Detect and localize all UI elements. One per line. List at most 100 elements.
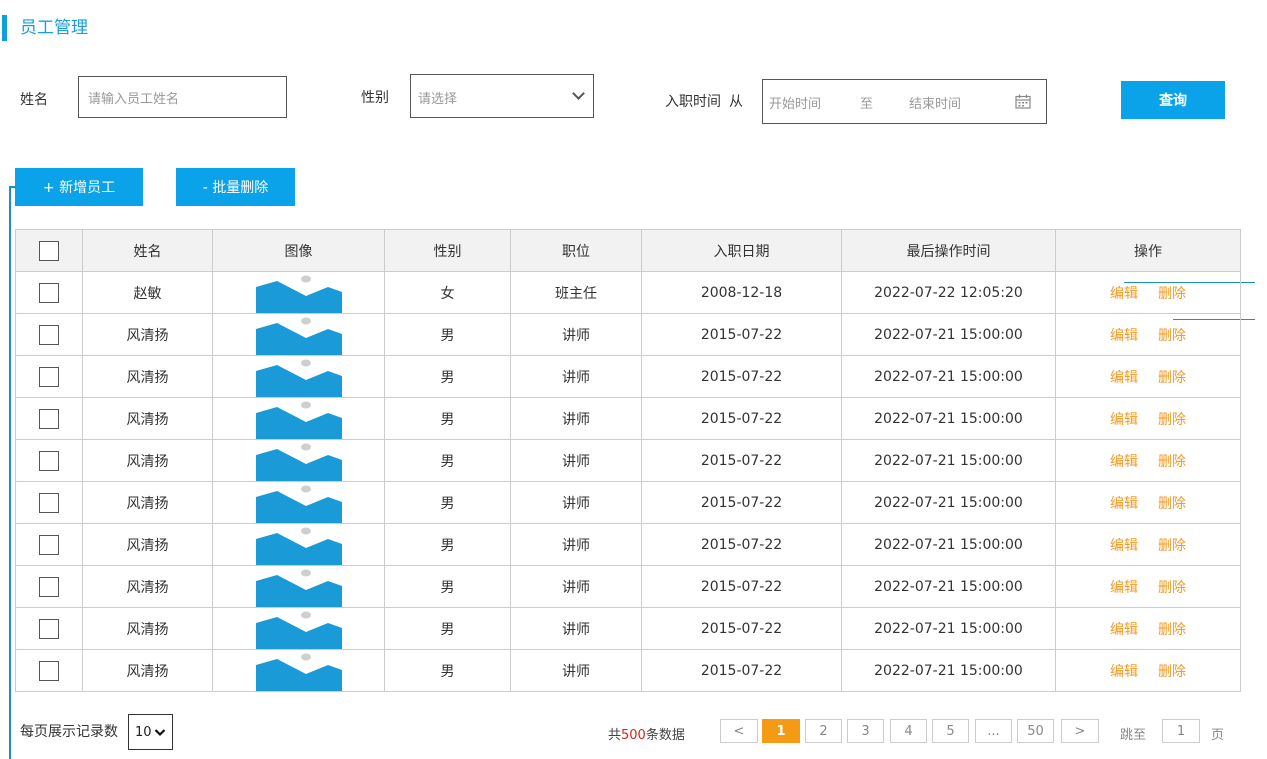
cell-position: 讲师	[510, 607, 642, 650]
cell-hire-date: 2015-07-22	[641, 607, 842, 650]
cell-name: 风清扬	[82, 649, 213, 692]
table-row: 风清扬 男讲师 2015-07-22 2022-07-21 15:00:00 编辑 删除	[15, 397, 1241, 440]
page-size-select[interactable]: 10	[128, 714, 173, 750]
delete-link[interactable]: 删除	[1158, 538, 1186, 554]
cell-name: 风清扬	[82, 523, 213, 566]
next-page-button[interactable]: >	[1061, 719, 1099, 743]
delete-link[interactable]: 删除	[1158, 622, 1186, 638]
row-checkbox[interactable]	[39, 660, 59, 681]
edit-link[interactable]: 编辑	[1110, 496, 1138, 512]
name-label: 姓名	[20, 92, 48, 108]
edit-link[interactable]: 编辑	[1110, 286, 1138, 302]
header-last-op-time: 最后操作时间	[841, 229, 1056, 272]
row-checkbox[interactable]	[39, 618, 59, 639]
date-end-input[interactable]: 结束时间	[909, 93, 961, 112]
page-button-4[interactable]: 4	[890, 719, 927, 743]
edit-link[interactable]: 编辑	[1110, 538, 1138, 554]
annotation-line-tick	[9, 186, 16, 188]
row-checkbox[interactable]	[39, 408, 59, 429]
edit-link[interactable]: 编辑	[1110, 454, 1138, 470]
page-button-3[interactable]: 3	[847, 719, 884, 743]
prev-page-button[interactable]: <	[720, 719, 758, 743]
table-row: 风清扬 男讲师 2015-07-22 2022-07-21 15:00:00 编辑 删除	[15, 313, 1241, 356]
cell-position: 讲师	[510, 565, 642, 608]
landscape-image-icon	[255, 317, 342, 355]
cell-image	[212, 565, 385, 608]
page-unit: 页	[1211, 728, 1225, 743]
header-gender: 性别	[384, 229, 511, 272]
cell-position: 讲师	[510, 313, 642, 356]
cell-image	[212, 271, 385, 314]
calendar-icon[interactable]	[1015, 94, 1031, 109]
gender-select[interactable]: 请选择	[410, 74, 594, 118]
cell-actions: 编辑 删除	[1055, 313, 1241, 356]
delete-link[interactable]: 删除	[1158, 454, 1186, 470]
table-row: 风清扬 男讲师 2015-07-22 2022-07-21 15:00:00 编辑 删除	[15, 439, 1241, 482]
cell-actions: 编辑 删除	[1055, 481, 1241, 524]
title-accent-bar	[2, 15, 7, 41]
batch-delete-button[interactable]: - 批量删除	[176, 168, 295, 206]
cell-last-op-time: 2022-07-21 15:00:00	[841, 397, 1056, 440]
cell-name: 风清扬	[82, 355, 213, 398]
add-employee-button[interactable]: + 新增员工	[15, 168, 143, 206]
cell-position: 讲师	[510, 397, 642, 440]
cell-last-op-time: 2022-07-21 15:00:00	[841, 607, 1056, 650]
delete-link[interactable]: 删除	[1158, 370, 1186, 386]
delete-link[interactable]: 删除	[1158, 412, 1186, 428]
cell-position: 讲师	[510, 439, 642, 482]
jump-label: 跳至	[1120, 728, 1147, 743]
employee-table: 姓名 图像 性别 职位 入职日期 最后操作时间 操作 赵敏 女班主任 2008-12…	[15, 229, 1241, 692]
row-checkbox[interactable]	[39, 282, 59, 303]
cell-last-op-time: 2022-07-22 12:05:20	[841, 271, 1056, 314]
total-suffix: 条数据	[645, 728, 685, 743]
cell-hire-date: 2015-07-22	[641, 355, 842, 398]
cell-last-op-time: 2022-07-21 15:00:00	[841, 439, 1056, 482]
row-checkbox[interactable]	[39, 534, 59, 555]
delete-link[interactable]: 删除	[1158, 580, 1186, 596]
row-checkbox[interactable]	[39, 366, 59, 387]
landscape-image-icon	[255, 275, 342, 313]
edit-link[interactable]: 编辑	[1110, 622, 1138, 638]
cell-last-op-time: 2022-07-21 15:00:00	[841, 481, 1056, 524]
table-row: 风清扬 男讲师 2015-07-22 2022-07-21 15:00:00 编辑 删除	[15, 607, 1241, 650]
name-input[interactable]: 请输入员工姓名	[78, 76, 287, 118]
query-button[interactable]: 查询	[1121, 81, 1225, 119]
hire-date-from-label: 从	[729, 94, 743, 110]
cell-position: 讲师	[510, 523, 642, 566]
delete-link[interactable]: 删除	[1158, 664, 1186, 680]
cell-hire-date: 2015-07-22	[641, 313, 842, 356]
page-button-1[interactable]: 1	[762, 719, 800, 743]
cell-gender: 男	[384, 439, 511, 482]
cell-name: 风清扬	[82, 607, 213, 650]
date-start-input[interactable]: 开始时间	[769, 93, 821, 112]
cell-position: 讲师	[510, 355, 642, 398]
cell-position: 讲师	[510, 481, 642, 524]
hire-date-label: 入职时间	[665, 94, 721, 110]
select-all-checkbox[interactable]	[39, 240, 59, 261]
edit-link[interactable]: 编辑	[1110, 328, 1138, 344]
delete-link[interactable]: 删除	[1158, 496, 1186, 512]
edit-link[interactable]: 编辑	[1110, 412, 1138, 428]
cell-position: 讲师	[510, 649, 642, 692]
edit-link[interactable]: 编辑	[1110, 370, 1138, 386]
date-range-picker[interactable]: 开始时间 至 结束时间	[762, 79, 1047, 124]
delete-link[interactable]: 删除	[1158, 286, 1186, 302]
cell-name: 风清扬	[82, 439, 213, 482]
page-button-50[interactable]: 50	[1017, 719, 1054, 743]
cell-last-op-time: 2022-07-21 15:00:00	[841, 355, 1056, 398]
jump-page-input[interactable]: 1	[1162, 719, 1200, 743]
cell-image	[212, 607, 385, 650]
row-checkbox[interactable]	[39, 450, 59, 471]
row-checkbox[interactable]	[39, 492, 59, 513]
row-checkbox[interactable]	[39, 324, 59, 345]
page-button-2[interactable]: 2	[805, 719, 842, 743]
delete-link[interactable]: 删除	[1158, 328, 1186, 344]
row-select-cell	[15, 481, 83, 524]
page-size-label: 每页展示记录数	[20, 724, 118, 740]
row-select-cell	[15, 649, 83, 692]
page-button-5[interactable]: 5	[932, 719, 969, 743]
edit-link[interactable]: 编辑	[1110, 664, 1138, 680]
edit-link[interactable]: 编辑	[1110, 580, 1138, 596]
cell-hire-date: 2015-07-22	[641, 481, 842, 524]
row-checkbox[interactable]	[39, 576, 59, 597]
